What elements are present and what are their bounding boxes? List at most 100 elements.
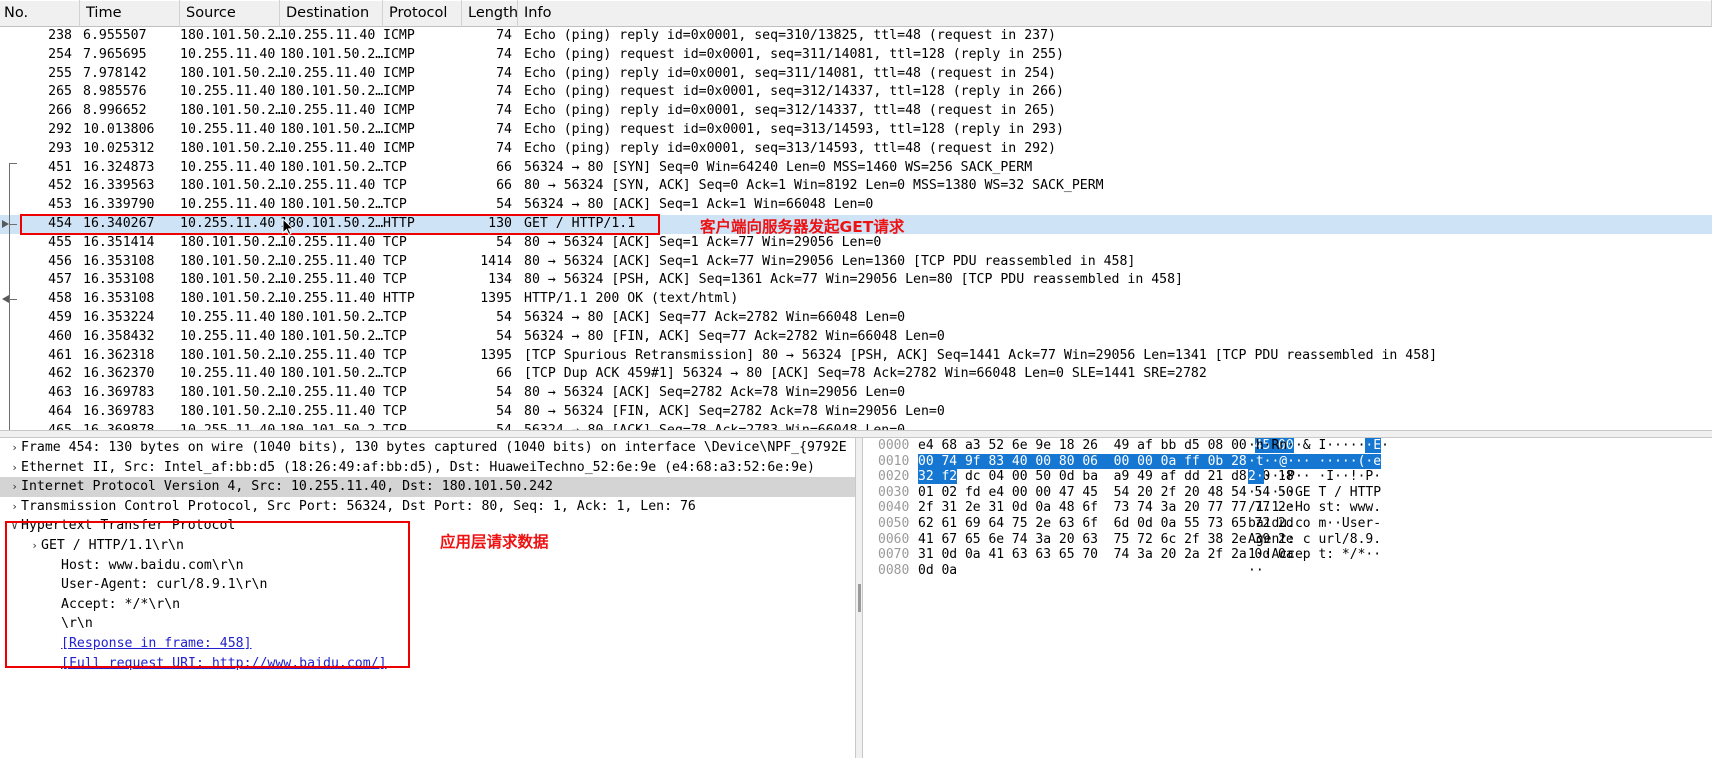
chevron-right-icon[interactable]: ›: [8, 497, 21, 517]
detail-tree-row[interactable]: › Internet Protocol Version 4, Src: 10.25…: [0, 477, 855, 497]
packet-row[interactable]: 452 16.339563 180.101.50.2… 10.255.11.40 TCP…: [0, 177, 1712, 196]
cell-time: 16.340267: [83, 215, 155, 231]
detail-tree-row[interactable]: ∨ Hypertext Transfer Protocol: [0, 516, 855, 536]
detail-tree-row[interactable]: › Frame 454: 130 bytes on wire (1040 bits…: [0, 438, 855, 458]
vertical-splitter[interactable]: [855, 438, 863, 758]
detail-link[interactable]: [Response in frame: 458]: [61, 636, 252, 651]
horizontal-splitter[interactable]: [0, 430, 1712, 438]
detail-tree-row[interactable]: User-Agent: curl/8.9.1\r\n: [0, 575, 855, 595]
hex-bytes-plain: dc 04 00 50 0d ba a9 49 af dd 21 d8 50 1…: [957, 469, 1294, 485]
packet-row[interactable]: 293 10.025312 180.101.50.2… 10.255.11.40 ICM…: [0, 140, 1712, 159]
hex-dump-row[interactable]: 0050 62 61 69 64 75 2e 63 6f 6d 0d 0a 55 …: [864, 516, 1712, 532]
ascii-bytes[interactable]: ·h·Rn··& I······E·: [1248, 438, 1448, 454]
detail-tree-row[interactable]: \r\n: [0, 614, 855, 634]
cell-destination: 180.101.50.2…: [280, 159, 384, 175]
cell-time: 10.025312: [83, 140, 155, 156]
hex-offset: 0070: [878, 547, 910, 563]
ascii-bytes[interactable]: 1··Accep t: */*··: [1248, 547, 1448, 563]
detail-tree-row[interactable]: Accept: */*\r\n: [0, 595, 855, 615]
cell-protocol: HTTP: [383, 291, 415, 307]
packet-row[interactable]: 463 16.369783 180.101.50.2… 10.255.11.40 TCP…: [0, 384, 1712, 403]
packet-row[interactable]: 456 16.353108 180.101.50.2… 10.255.11.40 TCP…: [0, 253, 1712, 272]
cell-protocol: TCP: [383, 347, 407, 363]
cell-destination: 180.101.50.2…: [280, 366, 384, 382]
cell-destination: 180.101.50.2…: [280, 309, 384, 325]
detail-tree-row[interactable]: › Transmission Control Protocol, Src Port…: [0, 497, 855, 517]
packet-row[interactable]: 238 6.955507 180.101.50.2… 10.255.11.40 ICMP…: [0, 27, 1712, 46]
cell-destination: 180.101.50.2…: [280, 121, 384, 137]
packet-row[interactable]: 462 16.362370 10.255.11.40 180.101.50.2… TCP…: [0, 365, 1712, 384]
packet-row[interactable]: 464 16.369783 180.101.50.2… 10.255.11.40 TCP…: [0, 403, 1712, 422]
ascii-bytes[interactable]: Agent: c url/8.9.: [1248, 532, 1448, 548]
packet-detail-pane[interactable]: › Frame 454: 130 bytes on wire (1040 bits…: [0, 438, 855, 758]
packet-row[interactable]: 453 16.339790 10.255.11.40 180.101.50.2… TCP…: [0, 196, 1712, 215]
chevron-right-icon[interactable]: ›: [28, 536, 41, 556]
ascii-bytes[interactable]: /1.1··Ho st: www.: [1248, 500, 1448, 516]
hex-dump-row[interactable]: 0070 31 0d 0a 41 63 63 65 70 74 3a 20 2a …: [864, 547, 1712, 563]
packet-bytes-pane[interactable]: 0000 e4 68 a3 52 6e 9e 18 26 49 af bb d5 …: [864, 438, 1712, 758]
hex-dump-row[interactable]: 0040 2f 31 2e 31 0d 0a 48 6f 73 74 3a 20 …: [864, 500, 1712, 516]
column-header-source[interactable]: Source: [180, 0, 280, 27]
hex-bytes[interactable]: e4 68 a3 52 6e 9e 18 26 49 af bb d5 08 0…: [918, 438, 1294, 454]
hex-dump-row[interactable]: 0030 01 02 fd e4 00 00 47 45 54 20 2f 20 …: [864, 485, 1712, 501]
chevron-down-icon[interactable]: ∨: [8, 516, 21, 536]
detail-tree-row[interactable]: [Response in frame: 458]: [0, 634, 855, 654]
packet-list-pane[interactable]: No. Time Source Destination Protocol Len…: [0, 0, 1712, 436]
cell-info: Echo (ping) request id=0x0001, seq=311/1…: [524, 46, 1064, 62]
hex-dump-row[interactable]: 0000 e4 68 a3 52 6e 9e 18 26 49 af bb d5 …: [864, 438, 1712, 454]
hex-dump-row[interactable]: 0080 0d 0a ··: [864, 563, 1712, 579]
column-header-length[interactable]: Length: [462, 0, 518, 27]
hex-dump-rows[interactable]: 0000 e4 68 a3 52 6e 9e 18 26 49 af bb d5 …: [864, 438, 1712, 578]
hex-dump-row[interactable]: 0010 00 74 9f 83 40 00 80 06 00 00 0a ff …: [864, 453, 1712, 470]
column-header-no[interactable]: No.: [0, 0, 80, 27]
splitter-grip[interactable]: [858, 584, 861, 612]
ascii-bytes[interactable]: baidu.co m··User-: [1248, 516, 1448, 532]
detail-tree-row[interactable]: › Ethernet II, Src: Intel_af:bb:d5 (18:26…: [0, 458, 855, 478]
packet-list-header[interactable]: No. Time Source Destination Protocol Len…: [0, 0, 1712, 27]
packet-row[interactable]: 461 16.362318 180.101.50.2… 10.255.11.40 TCP…: [0, 347, 1712, 366]
hex-bytes[interactable]: 62 61 69 64 75 2e 63 6f 6d 0d 0a 55 73 6…: [918, 516, 1294, 532]
cell-protocol: ICMP: [383, 121, 415, 137]
hex-bytes[interactable]: 00 74 9f 83 40 00 80 06 00 00 0a ff 0b 2…: [918, 453, 1294, 470]
cell-no: 459: [48, 309, 72, 325]
ascii-bytes[interactable]: ······GE T / HTTP: [1248, 485, 1448, 501]
column-header-info[interactable]: Info: [518, 0, 1712, 27]
column-header-destination[interactable]: Destination: [280, 0, 383, 27]
hex-dump-row[interactable]: 0020 32 f2 dc 04 00 50 0d ba a9 49 af dd …: [864, 469, 1712, 485]
detail-tree-row[interactable]: [Full request URI: http://www.baidu.com/…: [0, 654, 855, 674]
ascii-bytes[interactable]: ·t··@··· ·····(·e: [1248, 453, 1448, 470]
chevron-right-icon[interactable]: ›: [8, 438, 21, 458]
hex-bytes[interactable]: 32 f2 dc 04 00 50 0d ba a9 49 af dd 21 d…: [918, 469, 1294, 485]
packet-row[interactable]: 459 16.353224 10.255.11.40 180.101.50.2… TCP…: [0, 309, 1712, 328]
detail-tree-row[interactable]: Host: www.baidu.com\r\n: [0, 556, 855, 576]
detail-link[interactable]: [Full request URI: http://www.baidu.com/…: [61, 656, 387, 671]
cell-time: 16.324873: [83, 159, 155, 175]
packet-row[interactable]: 292 10.013806 10.255.11.40 180.101.50.2… ICM…: [0, 121, 1712, 140]
hex-bytes[interactable]: 0d 0a: [918, 563, 1248, 579]
packet-detail-rows[interactable]: › Frame 454: 130 bytes on wire (1040 bits…: [0, 438, 855, 673]
ascii-bytes[interactable]: ··: [1248, 563, 1448, 579]
packet-row[interactable]: 457 16.353108 180.101.50.2… 10.255.11.40 TCP…: [0, 271, 1712, 290]
cell-length: 54: [496, 403, 512, 419]
packet-row[interactable]: 451 16.324873 10.255.11.40 180.101.50.2… TCP…: [0, 159, 1712, 178]
hex-dump-row[interactable]: 0060 41 67 65 6e 74 3a 20 63 75 72 6c 2f …: [864, 532, 1712, 548]
cell-info: 56324 → 80 [ACK] Seq=1 Ack=1 Win=66048 L…: [524, 197, 874, 213]
packet-row[interactable]: 458 16.353108 180.101.50.2… 10.255.11.40 HTT…: [0, 290, 1712, 309]
packet-row[interactable]: 254 7.965695 10.255.11.40 180.101.50.2… ICMP…: [0, 46, 1712, 65]
hex-bytes[interactable]: 41 67 65 6e 74 3a 20 63 75 72 6c 2f 38 2…: [918, 532, 1294, 548]
hex-bytes[interactable]: 2f 31 2e 31 0d 0a 48 6f 73 74 3a 20 77 7…: [918, 500, 1294, 516]
ascii-bytes[interactable]: 2····P·· ·I··!·P·: [1248, 469, 1448, 485]
chevron-right-icon[interactable]: ›: [8, 458, 21, 478]
hex-bytes[interactable]: 01 02 fd e4 00 00 47 45 54 20 2f 20 48 5…: [918, 485, 1294, 501]
packet-row[interactable]: 460 16.358432 10.255.11.40 180.101.50.2… TCP…: [0, 328, 1712, 347]
packet-row[interactable]: 266 8.996652 180.101.50.2… 10.255.11.40 ICMP…: [0, 102, 1712, 121]
column-header-protocol[interactable]: Protocol: [383, 0, 462, 27]
chevron-right-icon[interactable]: ›: [8, 477, 21, 497]
hex-bytes[interactable]: 31 0d 0a 41 63 63 65 70 74 3a 20 2a 2f 2…: [918, 547, 1294, 563]
detail-tree-row[interactable]: › GET / HTTP/1.1\r\n: [0, 536, 855, 556]
packet-row[interactable]: 255 7.978142 180.101.50.2… 10.255.11.40 ICMP…: [0, 65, 1712, 84]
packet-row[interactable]: 265 8.985576 10.255.11.40 180.101.50.2… ICMP…: [0, 83, 1712, 102]
cell-source: 10.255.11.40: [180, 159, 276, 175]
column-header-time[interactable]: Time: [80, 0, 180, 27]
cell-no: 462: [48, 366, 72, 382]
